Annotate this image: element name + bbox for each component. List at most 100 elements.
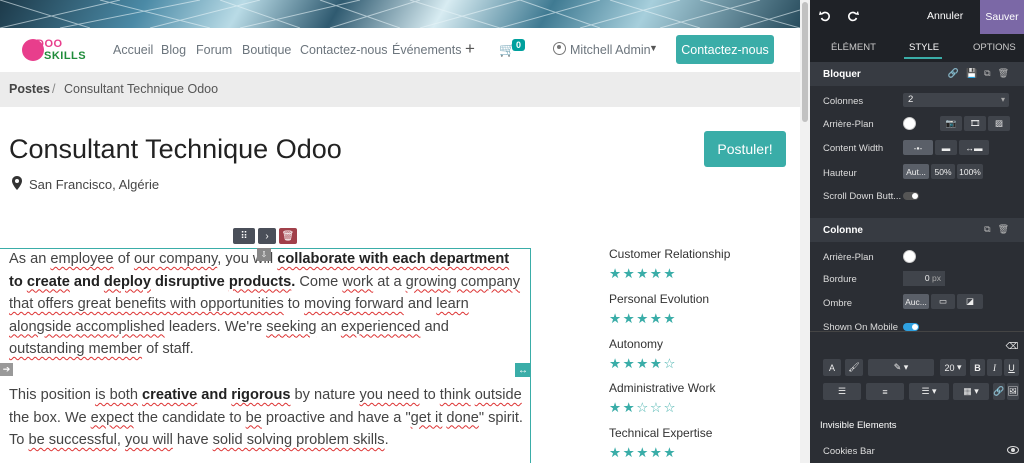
- skill-name: Administrative Work: [609, 381, 716, 395]
- breadcrumb: Postes / Consultant Technique Odoo: [0, 72, 800, 107]
- columns-label: Colonnes: [823, 96, 864, 107]
- width-medium-icon[interactable]: ▬: [935, 140, 957, 155]
- underline-icon[interactable]: U: [1004, 359, 1019, 376]
- skill-rating-stars: ★★☆☆☆: [609, 400, 678, 415]
- skill-name: Personal Evolution: [609, 292, 710, 306]
- text-handle-icon[interactable]: ⇩: [257, 248, 271, 261]
- tab-options[interactable]: OPTIONS: [973, 42, 1016, 53]
- nav-blog[interactable]: Blog: [161, 43, 186, 57]
- user-avatar-icon[interactable]: [553, 42, 566, 55]
- height-100[interactable]: 100%: [957, 164, 983, 179]
- height-group: Aut... 50% 100%: [903, 164, 983, 179]
- tab-element[interactable]: ÉLÉMENT: [831, 42, 876, 53]
- shape-icon[interactable]: ▨: [988, 116, 1010, 131]
- border-width-input[interactable]: 0 px: [903, 271, 945, 286]
- trash-icon[interactable]: 🗑: [279, 228, 297, 244]
- column-background-color[interactable]: [903, 250, 916, 263]
- eraser-icon[interactable]: ⌫: [1006, 338, 1019, 355]
- header-banner-image: [0, 0, 800, 28]
- link-icon[interactable]: 🔗: [993, 383, 1005, 400]
- image-icon[interactable]: 🖼: [1007, 383, 1019, 400]
- brush-icon[interactable]: 🖌: [845, 359, 863, 376]
- bullet-list-icon[interactable]: ☰: [823, 383, 861, 400]
- contact-button[interactable]: Contactez-nous: [676, 35, 774, 64]
- font-size-select[interactable]: 20 ▾: [940, 359, 966, 376]
- apply-button[interactable]: Postuler!: [704, 131, 786, 167]
- navbar: DOO SKILLS Accueil Blog Forum Boutique C…: [0, 28, 800, 72]
- breadcrumb-separator: /: [52, 82, 56, 96]
- move-right-icon[interactable]: ›: [258, 228, 276, 244]
- resize-width-handle[interactable]: ↔: [515, 363, 531, 377]
- camera-icon[interactable]: 📷: [940, 116, 962, 131]
- nav-forum[interactable]: Forum: [196, 43, 232, 57]
- height-auto[interactable]: Aut...: [903, 164, 929, 179]
- job-title[interactable]: Consultant Technique Odoo: [9, 134, 342, 165]
- style-dropdown-icon[interactable]: ✎ ▾: [868, 359, 934, 376]
- italic-icon[interactable]: I: [987, 359, 1002, 376]
- font-color-icon[interactable]: A: [823, 359, 841, 376]
- block-actions[interactable]: 🔗💾⧉🗑: [948, 68, 1016, 79]
- background-type-group: 📷 🎞 ▨: [940, 116, 1010, 131]
- caret-down-icon[interactable]: ▼: [649, 43, 658, 53]
- skill-name: Technical Expertise: [609, 426, 713, 440]
- skill-name: Autonomy: [609, 337, 664, 351]
- skill-rating-stars: ★★★★★: [609, 311, 678, 326]
- skill-name: Customer Relationship: [609, 247, 731, 261]
- cookies-bar-row[interactable]: Cookies Bar: [810, 440, 1024, 463]
- video-icon[interactable]: 🎞: [964, 116, 986, 131]
- scroll-down-label: Scroll Down Butt...: [823, 191, 902, 202]
- column-section-header: Colonne ⧉🗑: [810, 218, 1024, 242]
- breadcrumb-postes[interactable]: Postes: [9, 82, 50, 96]
- nav-accueil[interactable]: Accueil: [113, 43, 153, 57]
- tab-style[interactable]: STYLE: [909, 42, 939, 53]
- align-dropdown-icon[interactable]: ☰ ▾: [909, 383, 949, 400]
- shadow-group: Auc... ▭ ◪: [903, 294, 983, 309]
- width-full-icon[interactable]: ↔▬: [959, 140, 989, 155]
- height-50[interactable]: 50%: [931, 164, 955, 179]
- width-small-icon[interactable]: -▪-: [903, 140, 933, 155]
- skill-rating-stars: ★★★★★: [609, 445, 678, 460]
- block-toolbar: ⠿ › 🗑: [233, 228, 297, 245]
- map-pin-icon: [12, 176, 22, 190]
- shadow-none[interactable]: Auc...: [903, 294, 929, 309]
- nav-contact[interactable]: Contactez-nous: [300, 43, 388, 57]
- shown-on-mobile-toggle[interactable]: [903, 323, 919, 331]
- table-icon[interactable]: ▦ ▾: [953, 383, 989, 400]
- height-label: Hauteur: [823, 168, 857, 179]
- editor-panel: Annuler Sauver ÉLÉMENT STYLE OPTIONS Blo…: [810, 0, 1024, 463]
- numbered-list-icon[interactable]: ≡: [866, 383, 904, 400]
- description-paragraph-2[interactable]: This position is both creative and rigor…: [9, 384, 524, 452]
- columns-select[interactable]: 2: [903, 93, 1009, 107]
- job-location: San Francisco, Algérie: [29, 177, 160, 192]
- nav-evenements[interactable]: Événements: [392, 43, 461, 57]
- content-width-label: Content Width: [823, 143, 884, 154]
- eye-icon[interactable]: [1007, 446, 1019, 454]
- resize-left-handle[interactable]: ➔: [0, 363, 13, 376]
- add-menu-icon[interactable]: +: [465, 39, 475, 59]
- user-menu[interactable]: Mitchell Admin: [570, 43, 651, 57]
- block-background-label: Arrière-Plan: [823, 119, 874, 130]
- column-actions[interactable]: ⧉🗑: [984, 224, 1016, 235]
- shadow-outset-icon[interactable]: ▭: [931, 294, 955, 309]
- undo-icon[interactable]: [819, 10, 831, 22]
- redo-icon[interactable]: [847, 10, 859, 22]
- block-background-color[interactable]: [903, 117, 916, 130]
- bold-icon[interactable]: B: [970, 359, 985, 376]
- breadcrumb-current: Consultant Technique Odoo: [64, 82, 219, 96]
- site-logo[interactable]: DOO SKILLS: [22, 37, 86, 65]
- page-scrollbar[interactable]: [800, 0, 810, 463]
- cancel-button[interactable]: Annuler: [927, 10, 963, 22]
- description-paragraph-1[interactable]: As an employee of our company, you will …: [9, 248, 524, 361]
- skill-rating-stars: ★★★★☆: [609, 356, 678, 371]
- shadow-inset-icon[interactable]: ◪: [957, 294, 983, 309]
- scroll-down-toggle[interactable]: [903, 192, 919, 200]
- scrollbar-thumb[interactable]: [802, 2, 808, 122]
- invisible-elements-title: Invisible Elements: [820, 420, 897, 431]
- save-button[interactable]: Sauver: [980, 0, 1024, 34]
- block-section-header: Bloquer 🔗💾⧉🗑: [810, 62, 1024, 86]
- skill-rating-stars: ★★★★★: [609, 266, 678, 281]
- active-tab-indicator: [904, 57, 942, 59]
- nav-boutique[interactable]: Boutique: [242, 43, 291, 57]
- shadow-label: Ombre: [823, 298, 853, 309]
- drag-handle-icon[interactable]: ⠿: [233, 228, 255, 244]
